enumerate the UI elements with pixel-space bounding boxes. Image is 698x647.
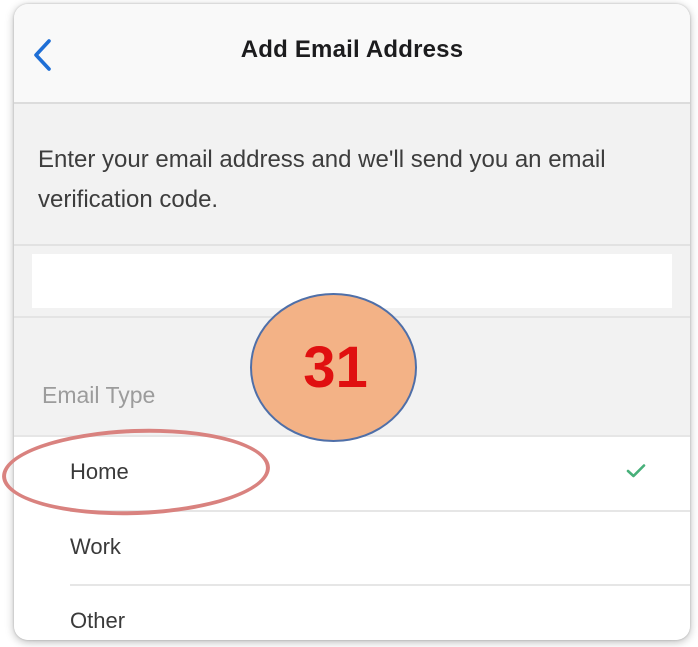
step-number: 31 — [303, 335, 368, 400]
email-type-option-other[interactable]: Other — [14, 586, 690, 640]
email-type-option-home[interactable]: Home — [14, 437, 690, 511]
page-title: Add Email Address — [240, 36, 464, 63]
navigation-bar: Add Email Address — [14, 4, 690, 104]
checkmark-icon — [626, 464, 646, 478]
email-type-option-work[interactable]: Work — [14, 512, 690, 586]
divider — [14, 244, 690, 246]
instruction-text: Enter your email address and we'll send … — [38, 146, 606, 213]
email-type-label: Email Type — [42, 382, 156, 408]
step-number-badge: 31 — [250, 293, 417, 442]
email-type-list: Home Work Other — [14, 435, 690, 640]
option-label: Home — [70, 459, 129, 484]
option-label: Other — [70, 608, 126, 633]
option-label: Work — [70, 534, 121, 559]
